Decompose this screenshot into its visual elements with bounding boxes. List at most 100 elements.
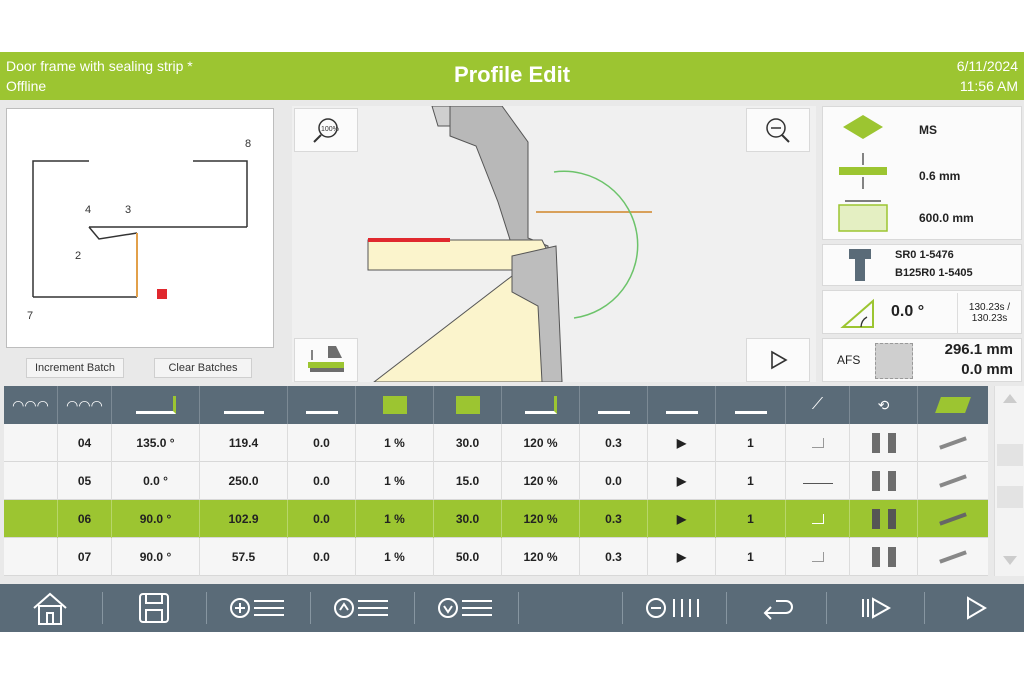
cell-pinch[interactable]: 1 % [356, 424, 434, 462]
cell-opening[interactable]: 30.0 [434, 424, 502, 462]
cell-tool-icon[interactable] [850, 500, 918, 538]
step-forward-button[interactable] [828, 584, 922, 632]
tool-view-button[interactable] [294, 338, 358, 382]
col-speed-icon[interactable] [502, 386, 580, 424]
col-pinch-icon[interactable] [356, 386, 434, 424]
delete-step-button[interactable] [624, 584, 724, 632]
cell-repeat[interactable]: 1 [716, 500, 786, 538]
cell-repeat[interactable]: 1 [716, 462, 786, 500]
cell-angle[interactable]: 90.0 ° [112, 538, 200, 576]
col-sequence-icon[interactable]: ◠◠◠ [4, 386, 58, 424]
cell-opening[interactable]: 50.0 [434, 538, 502, 576]
clear-batches-button[interactable]: Clear Batches [154, 358, 252, 378]
cell-tool-icon[interactable] [850, 462, 918, 500]
cell-sheet-icon[interactable] [918, 462, 988, 500]
move-down-button[interactable] [416, 584, 516, 632]
cell-sheet-icon[interactable] [918, 538, 988, 576]
cell-play[interactable]: ▶ [648, 500, 716, 538]
move-up-icon [334, 598, 388, 618]
cell-angle[interactable]: 90.0 ° [112, 500, 200, 538]
cell-decompression[interactable]: 0.0 [580, 462, 648, 500]
scroll-down-icon[interactable] [1003, 556, 1017, 565]
cell-backgauge[interactable]: 119.4 [200, 424, 288, 462]
cell-pinch[interactable]: 1 % [356, 462, 434, 500]
afs-panel[interactable]: AFS 296.1 mm 0.0 mm [822, 338, 1022, 382]
col-opening-icon[interactable] [434, 386, 502, 424]
cell-handling-icon[interactable] [786, 500, 850, 538]
add-step-button[interactable] [208, 584, 308, 632]
cell-opening[interactable]: 15.0 [434, 462, 502, 500]
cell-backgauge[interactable]: 102.9 [200, 500, 288, 538]
cell-sheet-icon[interactable] [918, 500, 988, 538]
cell-repeat[interactable]: 1 [716, 424, 786, 462]
col-angle-icon[interactable] [112, 386, 200, 424]
simulate-play-button[interactable] [746, 338, 810, 382]
bend-label: 7 [27, 310, 33, 322]
cell-repeat[interactable]: 1 [716, 538, 786, 576]
col-backgauge-icon[interactable] [200, 386, 288, 424]
cell-play[interactable]: ▶ [648, 424, 716, 462]
table-scrollbar[interactable] [994, 386, 1024, 576]
col-tool-icon[interactable]: ⟲ [850, 386, 918, 424]
cell-handling-icon[interactable] [786, 538, 850, 576]
cell-decompression[interactable]: 0.3 [580, 424, 648, 462]
scroll-up-icon[interactable] [1003, 394, 1017, 403]
scroll-thumb-secondary[interactable] [997, 486, 1023, 508]
scroll-thumb[interactable] [997, 444, 1023, 466]
col-sheet-icon[interactable] [918, 386, 988, 424]
cell-sheet-icon[interactable] [918, 424, 988, 462]
cell-pinch[interactable]: 1 % [356, 538, 434, 576]
col-handling-icon[interactable]: ⟋ [786, 386, 850, 424]
play-button[interactable] [926, 584, 1024, 632]
cell-backgauge[interactable]: 57.5 [200, 538, 288, 576]
cell-play[interactable]: ▶ [648, 462, 716, 500]
cell-r[interactable]: 0.0 [288, 424, 356, 462]
length-icon [838, 204, 888, 232]
zoom-100-button[interactable]: 100% [294, 108, 358, 152]
table-row-selected[interactable]: 06 90.0 ° 102.9 0.0 1 % 30.0 120 % 0.3 ▶… [4, 500, 988, 538]
undo-button[interactable] [728, 584, 824, 632]
save-button[interactable] [104, 584, 204, 632]
cell-speed[interactable]: 120 % [502, 538, 580, 576]
cell-speed[interactable]: 120 % [502, 500, 580, 538]
cell-blank [4, 462, 58, 500]
cell-r[interactable]: 0.0 [288, 538, 356, 576]
material-panel[interactable]: MS 0.6 mm 600.0 mm [822, 106, 1022, 240]
cell-r[interactable]: 0.0 [288, 462, 356, 500]
cell-r[interactable]: 0.0 [288, 500, 356, 538]
cell-id: 04 [58, 424, 112, 462]
cell-pinch[interactable]: 1 % [356, 500, 434, 538]
cell-tool-icon[interactable] [850, 538, 918, 576]
tooling-panel[interactable]: SR0 1-5476 B125R0 1-5405 [822, 244, 1022, 286]
profile-preview[interactable]: 8 4 3 2 7 [6, 108, 274, 348]
cell-angle[interactable]: 135.0 ° [112, 424, 200, 462]
col-step-icon[interactable]: ◠◠◠ [58, 386, 112, 424]
col-decompression-icon[interactable] [580, 386, 648, 424]
datetime: 6/11/2024 11:56 AM [957, 56, 1018, 96]
cell-speed[interactable]: 120 % [502, 462, 580, 500]
cell-play[interactable]: ▶ [648, 538, 716, 576]
zoom-out-button[interactable] [746, 108, 810, 152]
cell-decompression[interactable]: 0.3 [580, 500, 648, 538]
cell-backgauge[interactable]: 250.0 [200, 462, 288, 500]
home-button[interactable] [0, 584, 100, 632]
increment-batch-button[interactable]: Increment Batch [26, 358, 124, 378]
col-r-icon[interactable] [288, 386, 356, 424]
afs-value-1: 296.1 mm [944, 341, 1013, 358]
cell-speed[interactable]: 120 % [502, 424, 580, 462]
cell-handling-icon[interactable] [786, 424, 850, 462]
table-row[interactable]: 05 0.0 ° 250.0 0.0 1 % 15.0 120 % 0.0 ▶ … [4, 462, 988, 500]
cell-blank [4, 500, 58, 538]
cell-opening[interactable]: 30.0 [434, 500, 502, 538]
col-gauge-icon[interactable] [648, 386, 716, 424]
cell-decompression[interactable]: 0.3 [580, 538, 648, 576]
angle-panel[interactable]: 0.0 ° 130.23s / 130.23s [822, 290, 1022, 334]
move-up-button[interactable] [312, 584, 412, 632]
cell-tool-icon[interactable] [850, 424, 918, 462]
cell-angle[interactable]: 0.0 ° [112, 462, 200, 500]
table-row[interactable]: 07 90.0 ° 57.5 0.0 1 % 50.0 120 % 0.3 ▶ … [4, 538, 988, 576]
col-repeat-icon[interactable] [716, 386, 786, 424]
cell-handling-icon[interactable] [786, 462, 850, 500]
bend-simulation-view[interactable]: 100% [292, 105, 816, 383]
table-row[interactable]: 04 135.0 ° 119.4 0.0 1 % 30.0 120 % 0.3 … [4, 424, 988, 462]
